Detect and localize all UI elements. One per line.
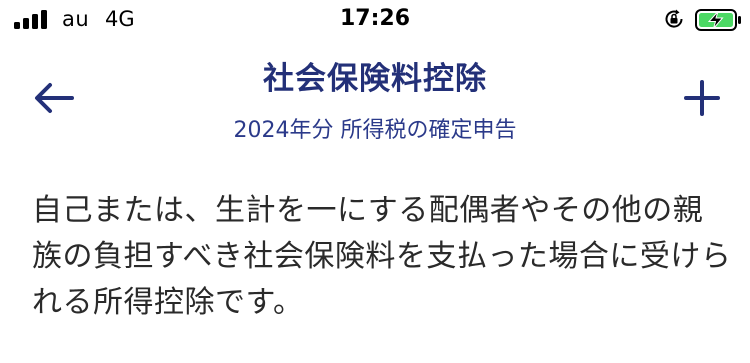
battery-charging-icon (695, 9, 741, 31)
rotation-lock-icon (665, 9, 683, 28)
status-time: 17:26 (339, 6, 411, 31)
description-text: 自己または、生計を一にする配偶者やその他の親族の負担すべき社会保険料を支払った場… (32, 193, 732, 320)
plus-icon (684, 80, 720, 116)
navigation-bar: 社会保険料控除 2024年分 所得税の確定申告 (0, 40, 750, 145)
page-title: 社会保険料控除 (263, 61, 487, 97)
status-bar: au 4G 17:26 (0, 0, 750, 40)
add-button[interactable] (680, 76, 724, 120)
page-subtitle: 2024年分 所得税の確定申告 (233, 118, 517, 143)
